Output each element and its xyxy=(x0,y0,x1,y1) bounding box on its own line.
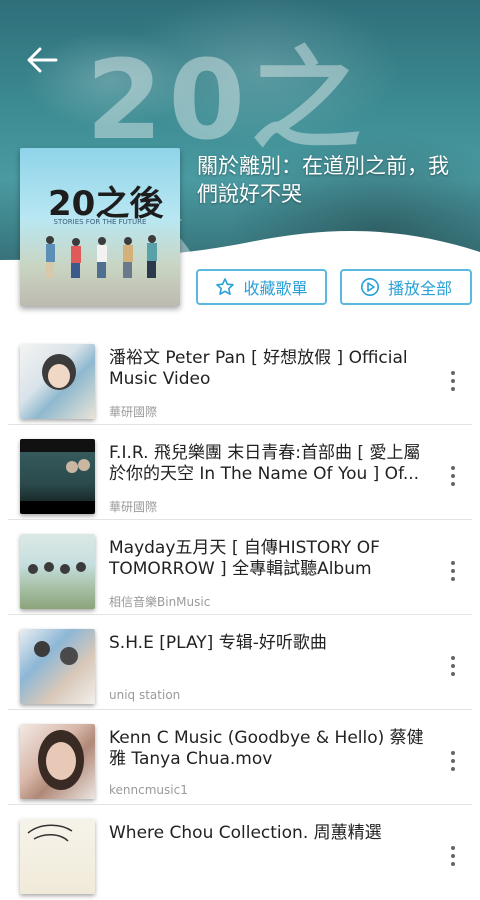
channel-name: 華研國際 xyxy=(109,405,158,419)
video-list: 潘裕文 Peter Pan [ 好想放假 ] Official Music Vi… xyxy=(0,330,480,900)
list-item[interactable]: S.H.E [PLAY] 专辑-好听歌曲 uniq station xyxy=(0,615,480,710)
more-options-icon[interactable] xyxy=(444,558,462,586)
channel-name: 相信音樂BinMusic xyxy=(109,595,211,609)
back-button[interactable] xyxy=(24,42,64,78)
favorite-playlist-button[interactable]: 收藏歌單 xyxy=(196,269,327,305)
more-options-icon[interactable] xyxy=(444,463,462,491)
play-circle-icon xyxy=(360,278,379,296)
more-options-icon[interactable] xyxy=(444,653,462,681)
video-thumbnail xyxy=(20,629,95,704)
list-item[interactable]: Mayday五月天 [ 自傳HISTORY OF TOMORROW ] 全專輯試… xyxy=(0,520,480,615)
favorite-label: 收藏歌單 xyxy=(243,279,308,298)
arrow-left-icon xyxy=(27,47,58,73)
list-item[interactable]: Kenn C Music (Goodbye & Hello) 蔡健雅 Tanya… xyxy=(0,710,480,805)
cover-people-image xyxy=(46,235,157,278)
video-title: Kenn C Music (Goodbye & Hello) 蔡健雅 Tanya… xyxy=(109,728,424,769)
video-title: Where Chou Collection. 周蕙精選 xyxy=(109,823,382,843)
channel-name: kenncmusic1 xyxy=(109,783,188,797)
play-all-button[interactable]: 播放全部 xyxy=(340,269,472,305)
more-options-icon[interactable] xyxy=(444,368,462,396)
channel-name: uniq station xyxy=(109,688,181,702)
list-item[interactable]: 潘裕文 Peter Pan [ 好想放假 ] Official Music Vi… xyxy=(0,330,480,425)
video-title: S.H.E [PLAY] 专辑-好听歌曲 xyxy=(109,633,327,653)
cover-subtitle: STORIES FOR THE FUTURE xyxy=(53,218,147,226)
video-thumbnail xyxy=(20,344,95,419)
channel-name: 華研國際 xyxy=(109,500,158,514)
play-all-label: 播放全部 xyxy=(387,279,452,298)
video-title: 潘裕文 Peter Pan [ 好想放假 ] Official Music Vi… xyxy=(109,348,408,389)
star-icon xyxy=(216,278,235,295)
video-title: F.I.R. 飛兒樂團 末日青春:首部曲 [ 愛上屬於你的天空 In The N… xyxy=(109,443,421,484)
video-thumbnail xyxy=(20,724,95,799)
playlist-title: 關於離別：在道別之前，我們說好不哭 xyxy=(197,154,449,206)
video-thumbnail xyxy=(20,819,95,894)
playlist-cover: 20之後 STORIES FOR THE FUTURE xyxy=(20,148,180,306)
video-title: Mayday五月天 [ 自傳HISTORY OF TOMORROW ] 全專輯試… xyxy=(109,538,380,579)
list-item[interactable]: F.I.R. 飛兒樂團 末日青春:首部曲 [ 愛上屬於你的天空 In The N… xyxy=(0,425,480,520)
video-thumbnail xyxy=(20,534,95,609)
more-options-icon[interactable] xyxy=(444,843,462,871)
sketch-image xyxy=(27,824,73,842)
video-thumbnail xyxy=(20,439,95,514)
more-options-icon[interactable] xyxy=(444,748,462,776)
